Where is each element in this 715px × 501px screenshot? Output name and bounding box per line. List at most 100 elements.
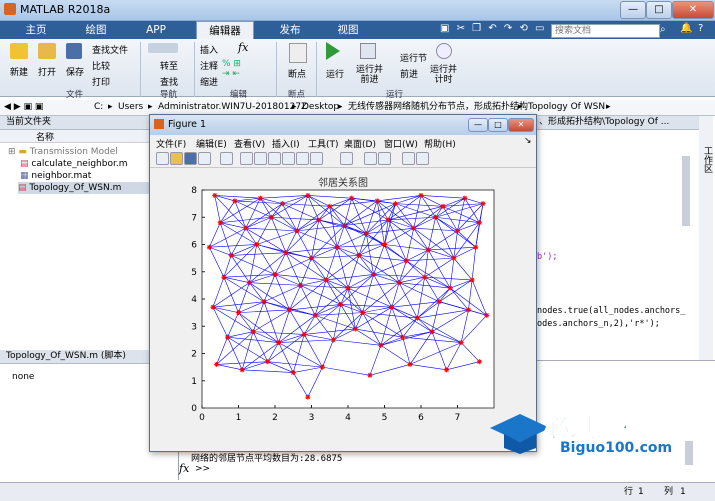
menu-window[interactable]: 窗口(W): [384, 137, 418, 150]
path-segment[interactable]: Desktop: [302, 100, 339, 115]
menu-edit[interactable]: 编辑(E): [196, 137, 227, 150]
timer-icon: [436, 43, 452, 59]
path-segment[interactable]: Users: [118, 100, 143, 115]
figure-icon: [154, 119, 164, 129]
figure-maximize-button[interactable]: □: [488, 118, 508, 132]
zoom-out-icon[interactable]: [254, 152, 267, 165]
tab-publish[interactable]: 发布: [268, 21, 312, 39]
list-item[interactable]: ▤ calculate_neighbor.m: [20, 158, 127, 170]
node-point: [283, 250, 289, 256]
rotate-icon[interactable]: [282, 152, 295, 165]
breakpoints-button[interactable]: 断点: [288, 67, 306, 80]
run-section-button[interactable]: 运行节: [400, 51, 427, 64]
print-button[interactable]: 打印: [92, 75, 110, 88]
fx-icon[interactable]: fx: [179, 462, 189, 475]
compare-button[interactable]: 比较: [92, 59, 110, 72]
run-button[interactable]: 运行: [326, 67, 344, 80]
menu-file[interactable]: 文件(F): [156, 137, 186, 150]
plot-area[interactable]: 邻居关系图 0 1 2 3 4 5 6 7 0 1 2 3 4 5 6 7 8: [150, 168, 536, 451]
node-point: [407, 361, 413, 367]
node-point: [484, 312, 490, 318]
goto-button[interactable]: 转至: [160, 59, 178, 72]
menu-tools[interactable]: 工具(T): [308, 137, 339, 150]
pan-icon[interactable]: [268, 152, 281, 165]
node-point: [382, 242, 387, 247]
path-segment[interactable]: Topology Of WSN: [528, 100, 605, 115]
run-advance-icon: [360, 43, 376, 59]
figure-title-bar[interactable]: Figure 1 — □ ✕: [150, 115, 536, 135]
menu-help[interactable]: 帮助(H): [424, 137, 456, 150]
path-segment[interactable]: Administrator.WIN7U-20180127Z: [158, 100, 307, 115]
figure-minimize-button[interactable]: —: [468, 118, 488, 132]
close-button[interactable]: ✕: [672, 1, 714, 19]
open-icon[interactable]: [170, 152, 183, 165]
node-point: [334, 244, 340, 250]
tab-plots[interactable]: 绘图: [74, 21, 118, 39]
undock-icon[interactable]: ↘: [524, 136, 532, 146]
x-tick-label: 6: [418, 413, 424, 423]
name-column[interactable]: 名称: [36, 130, 54, 143]
y-tick-label: 2: [191, 350, 197, 360]
list-item-selected[interactable]: ▤ Topology_Of_WSN.m: [18, 182, 168, 194]
maximize-button[interactable]: □: [646, 1, 672, 19]
zoom-in-icon[interactable]: [240, 152, 253, 165]
tab-view[interactable]: 视图: [326, 21, 370, 39]
back-forward-icon[interactable]: [148, 43, 178, 53]
node-point: [254, 242, 260, 247]
command-prompt[interactable]: >>: [195, 464, 210, 474]
path-segment[interactable]: C:: [94, 100, 103, 115]
find-files-button[interactable]: 查找文件: [92, 43, 128, 56]
brush-icon[interactable]: [310, 152, 323, 165]
insert-button[interactable]: 插入: [200, 43, 218, 56]
neighbor-chart[interactable]: 邻居关系图 0 1 2 3 4 5 6 7 0 1 2 3 4 5 6 7 8: [150, 168, 536, 451]
workspace-side-tab[interactable]: 工作区: [699, 116, 713, 361]
menu-desktop[interactable]: 桌面(D): [344, 137, 376, 150]
tab-home[interactable]: 主页: [14, 21, 58, 39]
advance-button[interactable]: 前进: [400, 67, 418, 80]
menu-insert[interactable]: 插入(I): [272, 137, 300, 150]
node-point: [319, 364, 325, 370]
new-button[interactable]: 新建: [10, 65, 28, 78]
back-forward-icon[interactable]: ◀ ▶ ▣ ▣: [4, 100, 43, 115]
run-time-button[interactable]: 运行并 计时: [430, 65, 457, 85]
figure-window[interactable]: Figure 1 — □ ✕ 文件(F) 编辑(E) 查看(V) 插入(I) 工…: [149, 114, 537, 452]
indent-button[interactable]: 缩进: [200, 75, 218, 88]
open-button[interactable]: 打开: [38, 65, 56, 78]
path-segment[interactable]: 无线传感器网络随机分布节点，形成拓扑结构: [348, 100, 528, 115]
data-cursor-icon[interactable]: [296, 152, 309, 165]
editor-tab[interactable]: 、形成拓扑结构\Topology Of ...: [535, 116, 699, 130]
help-icon[interactable]: ?: [698, 23, 703, 34]
editor-scrollbar[interactable]: [682, 156, 690, 226]
figure-close-button[interactable]: ✕: [508, 118, 534, 132]
hide-plot-tools-icon[interactable]: [402, 152, 415, 165]
node-point: [323, 277, 329, 283]
list-item[interactable]: ▦ neighbor.mat: [20, 170, 91, 182]
menu-view[interactable]: 查看(V): [234, 137, 265, 150]
pointer-icon[interactable]: [220, 152, 233, 165]
new-figure-icon[interactable]: [156, 152, 169, 165]
quick-access-icons[interactable]: ▣ ✂ ❐ ↶ ↷ ⟲ ▭: [440, 23, 546, 34]
link-icon[interactable]: [340, 152, 353, 165]
minimize-button[interactable]: —: [620, 1, 646, 19]
y-tick-label: 1: [191, 377, 197, 387]
row-label: 行: [624, 487, 634, 497]
search-icon[interactable]: ⌕: [660, 24, 666, 35]
save-button[interactable]: 保存: [66, 65, 84, 78]
edit-tools-icon[interactable]: % ⊞ ⇥ ⇤: [222, 59, 262, 85]
legend-icon[interactable]: [378, 152, 391, 165]
run-advance-button[interactable]: 运行并 前进: [356, 65, 383, 85]
fx-button[interactable]: fx: [238, 41, 248, 54]
divider: [276, 42, 277, 97]
file-name: Topology_Of_WSN.m: [29, 183, 122, 193]
tab-apps[interactable]: APP: [134, 21, 178, 39]
list-item[interactable]: ⊞ ▬ Transmission Model: [8, 146, 118, 158]
search-input[interactable]: 搜索文档: [551, 24, 660, 38]
comment-button[interactable]: 注释: [200, 59, 218, 72]
show-plot-tools-icon[interactable]: [416, 152, 429, 165]
print-icon[interactable]: [198, 152, 211, 165]
colorbar-icon[interactable]: [364, 152, 377, 165]
tab-editor[interactable]: 编辑器: [196, 21, 254, 40]
save-icon[interactable]: [184, 152, 197, 165]
bell-icon[interactable]: 🔔: [680, 23, 692, 34]
find-button[interactable]: 查找: [160, 75, 178, 88]
